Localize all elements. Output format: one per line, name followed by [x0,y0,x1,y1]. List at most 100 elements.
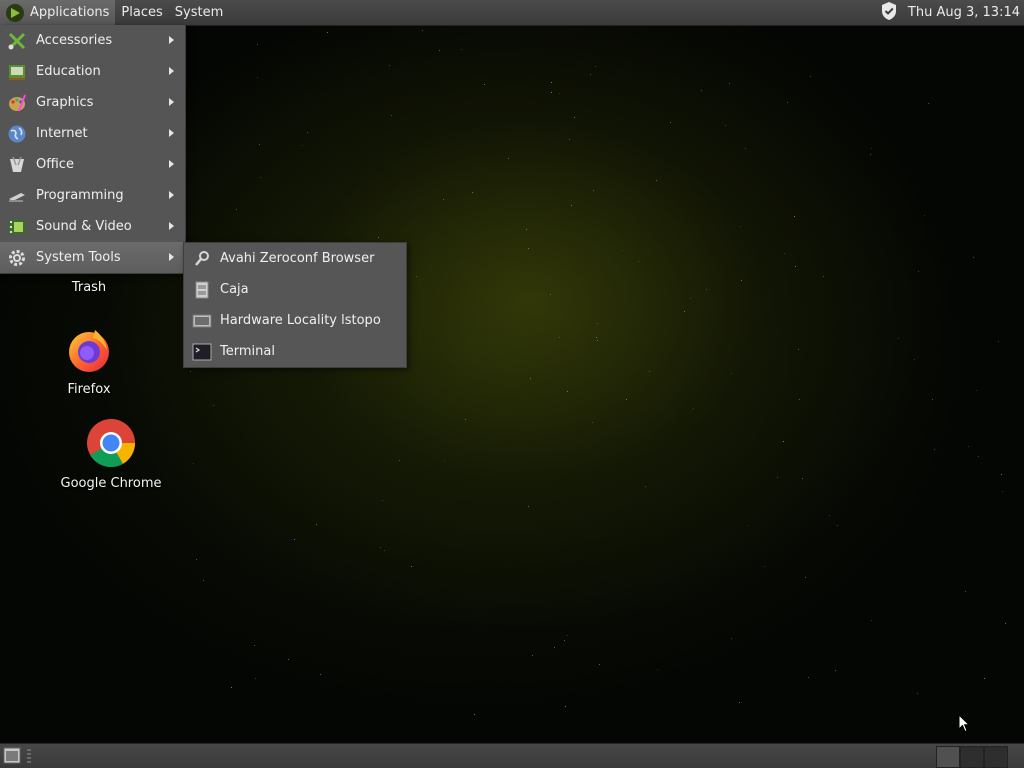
submenu-arrow-icon [169,129,174,137]
star [701,90,702,91]
menu-item-internet[interactable]: Internet [0,118,185,149]
submenu-item-label: Avahi Zeroconf Browser [220,251,375,266]
star [231,687,232,688]
panel-handle[interactable] [27,749,31,763]
menu-item-programming[interactable]: Programming [0,180,185,211]
show-desktop-icon[interactable] [3,747,21,764]
star [740,226,741,227]
star [567,391,568,392]
star [795,266,796,267]
star [320,674,321,675]
menu-item-office[interactable]: Office [0,149,185,180]
workspace-3[interactable] [984,746,1008,768]
star [595,66,596,67]
star [569,139,570,140]
star [316,524,317,525]
star [649,371,650,372]
star [257,44,258,45]
star [565,706,566,707]
star [764,566,765,567]
workspace-1[interactable] [936,746,960,768]
clock[interactable]: Thu Aug 3, 13:14 [908,5,1024,20]
star [871,148,872,149]
star [203,580,204,581]
menu-item-label: System Tools [36,250,121,265]
star [657,669,658,670]
star [596,337,597,338]
submenu-item-label: Terminal [220,344,275,359]
star [550,294,551,295]
star [444,460,445,461]
star [777,477,778,478]
mouse-cursor-icon [958,713,971,737]
applications-dropdown: Accessories Education Graphics Internet … [0,25,186,274]
star [508,158,509,159]
applications-menu[interactable]: Applications [0,0,116,25]
star [928,103,929,104]
submenu-item-hwloc[interactable]: Hardware Locality lstopo [184,305,406,336]
star [590,74,591,75]
star [729,83,730,84]
star [597,340,598,341]
star [748,525,749,526]
star [474,714,475,715]
office-icon [6,154,28,176]
menu-item-sound-video[interactable]: Sound & Video [0,211,185,242]
star [472,192,473,193]
star [870,154,871,155]
submenu-item-terminal[interactable]: Terminal [184,336,406,367]
star [236,209,237,210]
system-menu[interactable]: System [169,0,229,25]
star [260,177,261,178]
star [798,349,799,350]
star [564,640,565,641]
star [528,506,529,507]
menu-item-education[interactable]: Education [0,56,185,87]
menu-item-label: Education [36,64,101,79]
star [794,216,795,217]
desktop-icon-chrome[interactable]: Google Chrome [58,418,164,491]
chrome-icon [86,418,136,472]
desktop-icon-trash[interactable]: Trash [54,276,124,295]
places-menu[interactable]: Places [115,0,168,25]
desktop-icon-firefox[interactable]: Firefox [54,326,124,397]
menu-item-system-tools[interactable]: System Tools [0,242,185,273]
star [739,702,740,703]
shield-icon[interactable] [880,1,898,25]
star [626,399,627,400]
desktop-icon-label: Firefox [67,382,111,397]
submenu-item-caja[interactable]: Caja [184,274,406,305]
star [592,422,593,423]
menu-item-label: Office [36,157,74,172]
star [973,257,974,258]
star [805,577,806,578]
workspace-2[interactable] [960,746,984,768]
star [706,289,707,290]
system-tray: Thu Aug 3, 13:14 [880,0,1024,25]
star [530,378,531,379]
star [382,500,383,501]
star [829,515,830,516]
star [924,215,925,216]
star [302,145,303,146]
star [422,30,423,31]
star [783,441,784,442]
star [559,337,560,338]
submenu-item-avahi[interactable]: Avahi Zeroconf Browser [184,243,406,274]
star [484,84,485,85]
menu-item-label: Sound & Video [36,219,132,234]
globe-icon [6,123,28,145]
menu-item-graphics[interactable]: Graphics [0,87,185,118]
star [443,199,444,200]
distro-logo-icon [6,3,24,22]
star [787,102,788,103]
desktop-icon-label: Google Chrome [60,476,162,491]
star [810,76,811,77]
star [254,645,255,646]
star [914,359,915,360]
applications-menu-label: Applications [30,5,110,20]
star [391,115,392,116]
star [567,635,568,636]
menu-item-accessories[interactable]: Accessories [0,25,185,56]
star [259,144,260,145]
